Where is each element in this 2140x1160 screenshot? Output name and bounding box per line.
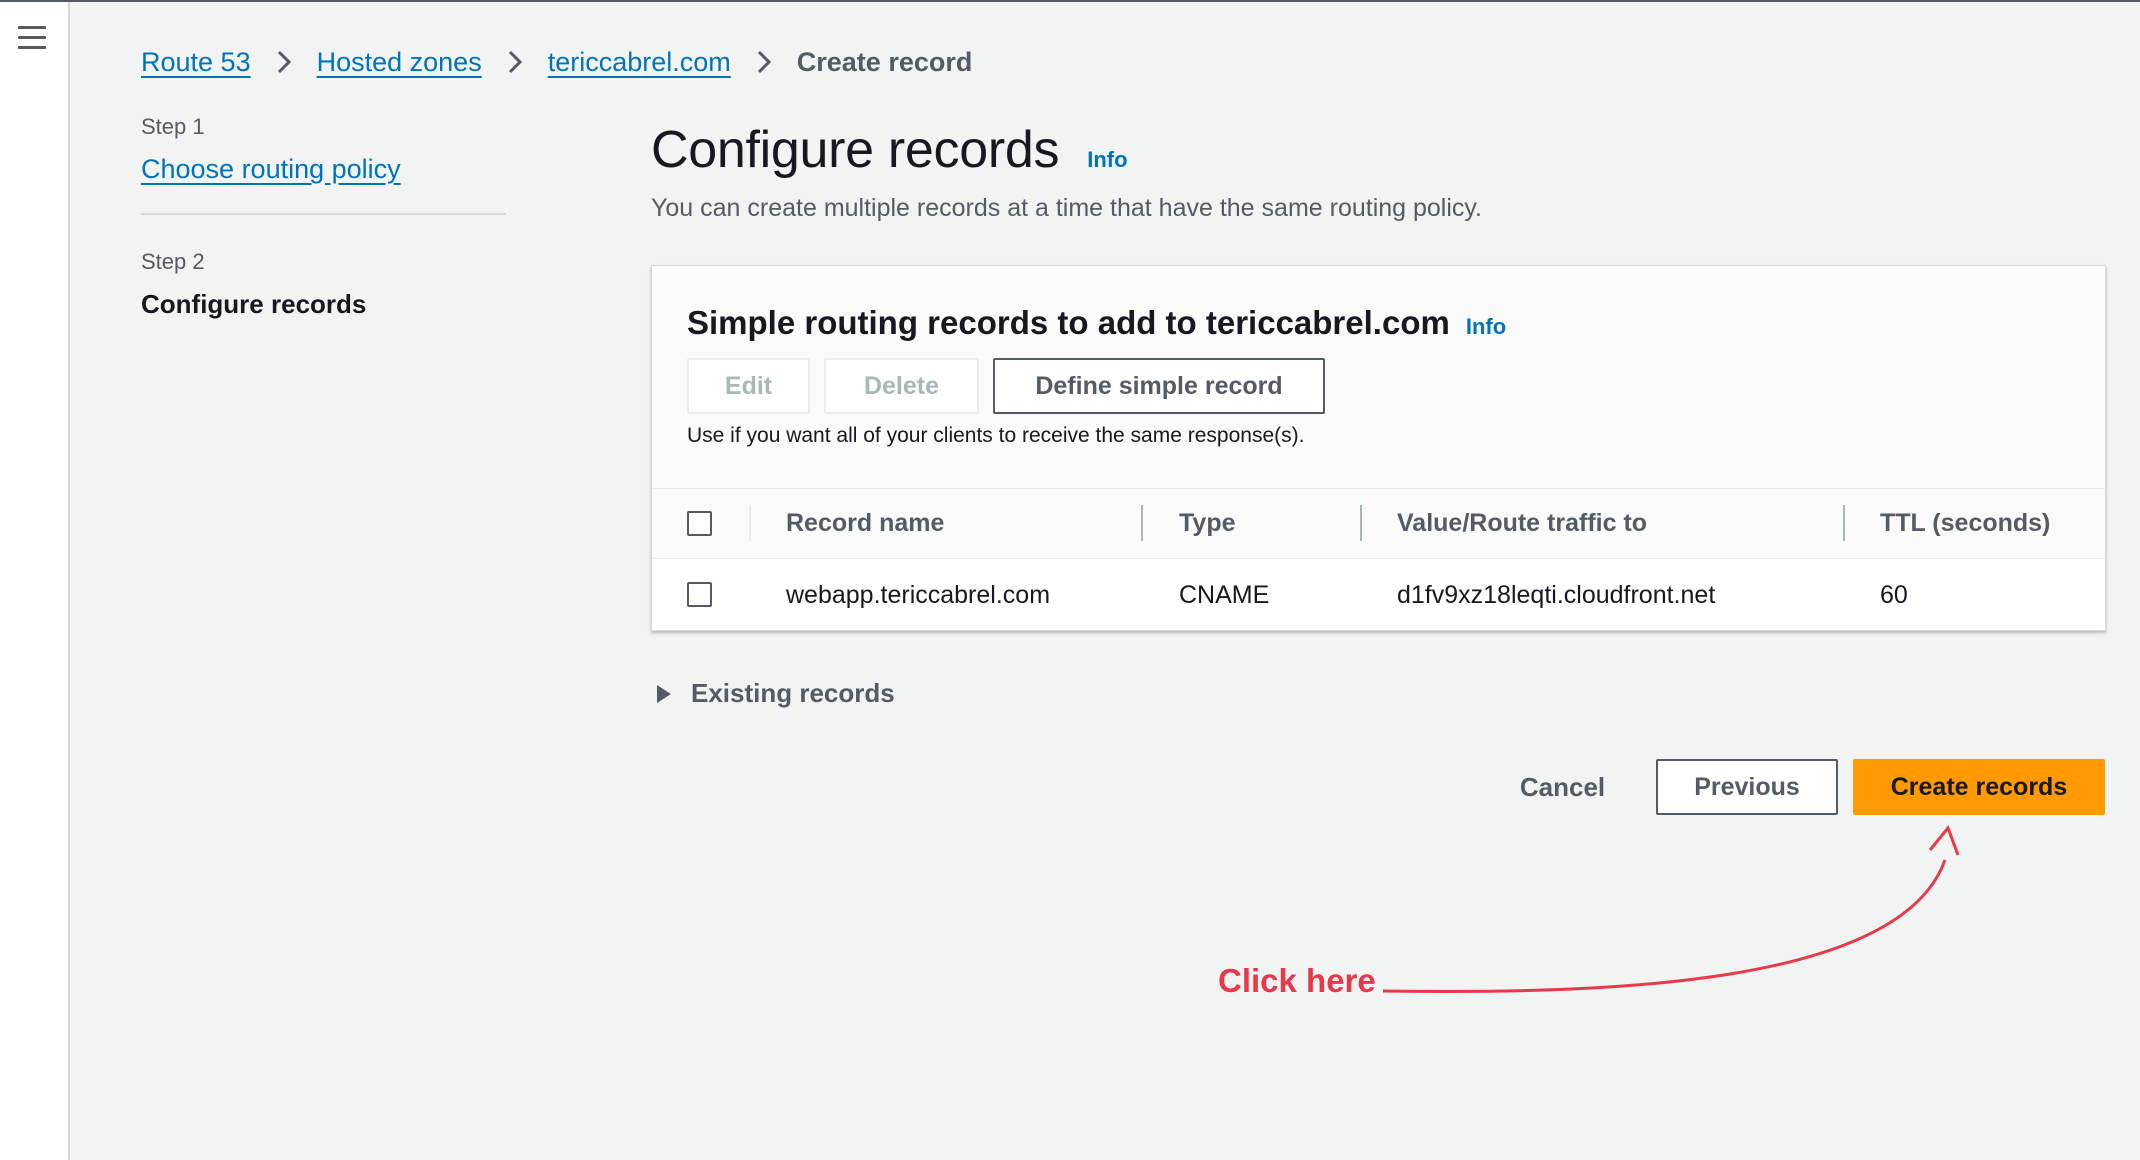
annotation-label: Click here <box>1218 962 1376 999</box>
page: Route 53 Hosted zones tericcabrel.com Cr… <box>0 0 2140 1160</box>
arrow-icon <box>1382 825 1960 993</box>
